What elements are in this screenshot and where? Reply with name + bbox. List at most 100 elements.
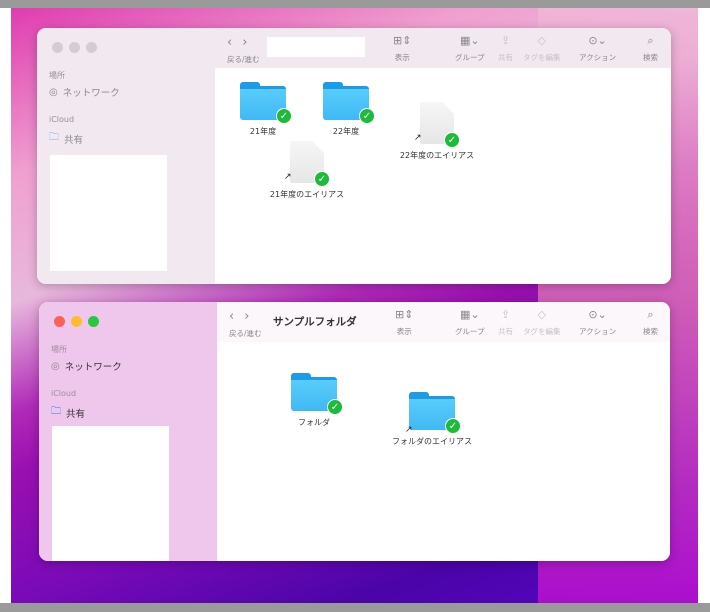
alias-arrow-icon: ↗ — [414, 133, 422, 143]
tool-label: グループ — [455, 53, 485, 62]
file-area: ✓ フォルダ ↗ ✓ フォルダのエイリアス — [217, 342, 670, 561]
nav-label: 戻る/進む — [229, 329, 262, 338]
sidebar-item-shared[interactable]: 🗀 共有 — [51, 404, 85, 421]
folder-item[interactable]: ✓ フォルダ — [269, 373, 359, 429]
item-label: 21年度のエイリアス — [269, 190, 345, 199]
tool-label: 共有 — [498, 53, 513, 62]
synced-check-icon: ✓ — [444, 132, 460, 148]
tool-label: 検索 — [643, 327, 658, 336]
group-icon: ▦⌄ — [459, 308, 480, 321]
sidebar-item-label: ネットワーク — [64, 362, 122, 373]
search-button[interactable]: ⌕ 検索 — [643, 308, 658, 337]
item-label: 22年度 — [332, 127, 360, 136]
finder-window-inactive[interactable]: 場所 ◎ ネットワーク iCloud 🗀 共有 ‹› 戻る/進む ⊞⇕ 表示 ▦⌄ グル… — [37, 28, 671, 284]
folder-icon: ✓ — [323, 82, 375, 124]
share-button[interactable]: ⇪ 共有 — [498, 308, 513, 337]
tool-label: 表示 — [396, 327, 412, 336]
folder-icon: ✓ — [240, 82, 292, 124]
alias-arrow-icon: ↗ — [284, 172, 292, 182]
window-controls — [52, 42, 97, 53]
item-label: 21年度 — [249, 127, 277, 136]
search-button[interactable]: ⌕ 検索 — [643, 34, 658, 63]
alias-item[interactable]: ↗ ✓ 22年度のエイリアス — [392, 102, 482, 162]
zoom-button[interactable] — [86, 42, 97, 53]
sidebar-item-network[interactable]: ◎ ネットワーク — [49, 85, 120, 100]
section-places: 場所 — [51, 345, 67, 354]
tool-label: タグを編集 — [523, 53, 561, 62]
shared-folder-icon: 🗀 — [49, 132, 59, 143]
ellipsis-circle-icon: ⊙⌄ — [588, 34, 607, 47]
folder-item[interactable]: ✓ 21年度 — [218, 82, 308, 138]
file-area: ✓ 21年度 ✓ 22年度 ↗ ✓ 22年度のエイリアス ↗ ✓ 21年度のエイリアス — [215, 68, 671, 284]
window-title: サンプルフォルダ — [273, 316, 357, 328]
zoom-button[interactable] — [88, 316, 99, 327]
folder-item[interactable]: ✓ 22年度 — [301, 82, 391, 138]
alias-item[interactable]: ↗ ✓ フォルダのエイリアス — [387, 392, 477, 448]
finder-window-active[interactable]: 場所 ◎ ネットワーク iCloud 🗀 共有 ‹› 戻る/進む サンプルフォルダ … — [39, 302, 670, 561]
nav-label: 戻る/進む — [227, 55, 260, 64]
synced-check-icon: ✓ — [359, 108, 375, 124]
shared-folder-icon: 🗀 — [51, 406, 61, 417]
alias-arrow-icon: ↗ — [405, 425, 413, 435]
synced-check-icon: ✓ — [445, 418, 461, 434]
tool-label: グループ — [455, 327, 485, 336]
section-places: 場所 — [49, 71, 65, 80]
tool-label: 共有 — [498, 327, 513, 336]
grid-icon: ⊞⇕ — [395, 308, 414, 321]
tool-label: 表示 — [394, 53, 410, 62]
item-label: 22年度のエイリアス — [399, 151, 475, 160]
sidebar-item-shared[interactable]: 🗀 共有 — [49, 130, 83, 147]
toolbar: ‹› 戻る/進む ⊞⇕ 表示 ▦⌄ グループ ⇪ 共有 ◇ タグを編集 ⊙⌄ アクション … — [215, 28, 671, 68]
tool-label: 検索 — [643, 53, 658, 62]
tool-label: アクション — [579, 53, 617, 62]
share-icon: ⇪ — [500, 308, 511, 321]
back-forward-buttons[interactable]: ‹› — [227, 35, 257, 50]
synced-check-icon: ✓ — [314, 171, 330, 187]
search-icon: ⌕ — [647, 34, 654, 47]
action-button[interactable]: ⊙⌄ アクション — [579, 34, 616, 63]
section-icloud: iCloud — [49, 115, 75, 124]
edit-tags-button[interactable]: ◇ タグを編集 — [523, 308, 561, 337]
tag-icon: ◇ — [537, 308, 546, 321]
folder-alias-icon: ↗ ✓ — [405, 392, 461, 435]
view-button[interactable]: ⊞⇕ 表示 — [395, 308, 413, 337]
item-label: フォルダのエイリアス — [392, 437, 472, 446]
toolbar: ‹› 戻る/進む サンプルフォルダ ⊞⇕ 表示 ▦⌄ グループ ⇪ 共有 ◇ タグを編集… — [217, 302, 670, 342]
item-label: フォルダ — [298, 418, 330, 427]
globe-icon: ◎ — [49, 86, 58, 98]
group-icon: ▦⌄ — [459, 34, 480, 47]
group-button[interactable]: ▦⌄ グループ — [455, 308, 485, 337]
top-border — [0, 0, 710, 8]
tool-label: タグを編集 — [523, 327, 561, 336]
group-button[interactable]: ▦⌄ グループ — [455, 34, 485, 63]
edit-tags-button[interactable]: ◇ タグを編集 — [523, 34, 561, 63]
globe-icon: ◎ — [51, 360, 60, 372]
redacted-area — [50, 155, 167, 271]
back-forward-buttons[interactable]: ‹› — [229, 309, 259, 324]
synced-check-icon: ✓ — [276, 108, 292, 124]
search-icon: ⌕ — [647, 308, 654, 321]
sidebar-item-network[interactable]: ◎ ネットワーク — [51, 359, 122, 374]
folder-icon: ✓ — [291, 373, 343, 415]
ellipsis-circle-icon: ⊙⌄ — [588, 308, 607, 321]
share-icon: ⇪ — [500, 34, 511, 47]
tag-icon: ◇ — [537, 34, 546, 47]
share-button[interactable]: ⇪ 共有 — [498, 34, 513, 63]
action-button[interactable]: ⊙⌄ アクション — [579, 308, 616, 337]
sidebar: 場所 ◎ ネットワーク iCloud 🗀 共有 — [39, 302, 217, 561]
synced-check-icon: ✓ — [327, 399, 343, 415]
sidebar: 場所 ◎ ネットワーク iCloud 🗀 共有 — [37, 28, 215, 284]
sidebar-item-label: ネットワーク — [62, 88, 120, 99]
window-controls — [54, 316, 99, 327]
close-button[interactable] — [52, 42, 63, 53]
section-icloud: iCloud — [51, 389, 77, 398]
tool-label: アクション — [579, 327, 617, 336]
grid-icon: ⊞⇕ — [393, 34, 412, 47]
close-button[interactable] — [54, 316, 65, 327]
minimize-button[interactable] — [69, 42, 80, 53]
alias-item[interactable]: ↗ ✓ 21年度のエイリアス — [255, 141, 359, 201]
minimize-button[interactable] — [71, 316, 82, 327]
window-title-redacted — [267, 37, 365, 57]
sidebar-item-label: 共有 — [66, 408, 86, 420]
view-button[interactable]: ⊞⇕ 表示 — [393, 34, 411, 63]
